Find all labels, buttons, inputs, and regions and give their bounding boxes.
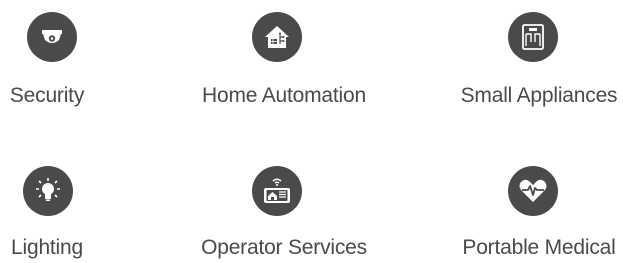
- category-grid: Security Home Automation Small Appliance…: [0, 0, 623, 263]
- category-label: Lighting: [11, 236, 83, 259]
- category-tile-operator-services[interactable]: Operator Services: [180, 0, 388, 259]
- light-bulb-icon: [23, 166, 73, 216]
- category-tile-lighting[interactable]: Lighting: [0, 0, 208, 259]
- category-tile-portable-medical[interactable]: Portable Medical: [435, 0, 623, 259]
- category-label: Portable Medical: [462, 236, 616, 259]
- category-label: Operator Services: [201, 236, 367, 259]
- heartbeat-icon: [508, 166, 558, 216]
- wireless-terminal-icon: [252, 166, 302, 216]
